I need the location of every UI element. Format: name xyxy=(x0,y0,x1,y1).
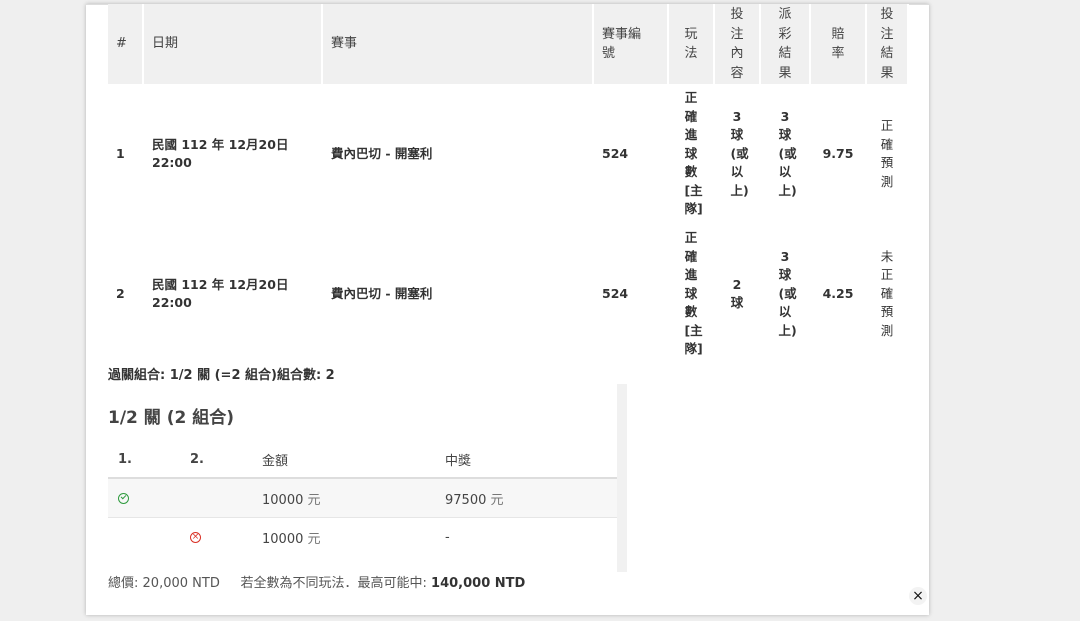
combo-amount: 10000 元 xyxy=(252,477,435,518)
x-circle-icon: × xyxy=(190,531,201,543)
header-play: 玩法 xyxy=(669,4,715,84)
header-event: 賽事 xyxy=(323,4,594,84)
bet-selection: 2球 xyxy=(715,224,761,364)
combo-leg-1 xyxy=(108,477,180,518)
bet-result: 3球(或以上) xyxy=(761,84,811,224)
bet-event: 費內巴切 - 開塞利 xyxy=(323,224,594,364)
bet-result: 3球(或以上) xyxy=(761,224,811,364)
header-bet-result: 投注結果 xyxy=(867,4,909,84)
header-prize: 中獎 xyxy=(435,441,617,479)
section-title: 1/2 關 (2 組合) xyxy=(108,408,234,428)
header-selection: 投注內容 xyxy=(715,4,761,84)
bets-table: # 日期 賽事 賽事編號 玩法 投注內容 派彩結果 賠率 投注結果 1 民國 1… xyxy=(108,4,909,364)
bet-row: 1 民國 112 年 12月20日 22:00 費內巴切 - 開塞利 524 正確… xyxy=(108,84,909,224)
bet-num: 1 xyxy=(108,84,144,224)
bet-detail-modal: # 日期 賽事 賽事編號 玩法 投注內容 派彩結果 賠率 投注結果 1 民國 1… xyxy=(86,4,929,615)
combo-row: × 10000 元 - xyxy=(108,517,617,556)
combo-leg-1 xyxy=(108,517,180,556)
total-label: 總價: xyxy=(108,576,139,591)
total-value: 20,000 NTD xyxy=(142,576,220,591)
header-date: 日期 xyxy=(144,4,323,84)
vertical-scrollbar[interactable] xyxy=(617,384,627,572)
bet-event-no: 524 xyxy=(594,224,669,364)
header-num: # xyxy=(108,4,144,84)
bet-play: 正確進球數[主隊] xyxy=(669,84,715,224)
max-win-value: 140,000 NTD xyxy=(431,576,526,591)
combo-row: 10000 元 97500 元 xyxy=(108,477,617,518)
combo-leg-2: × xyxy=(180,517,252,556)
header-event-no: 賽事編號 xyxy=(594,4,669,84)
bet-outcome: 未正確預測 xyxy=(867,224,909,364)
bet-date: 民國 112 年 12月20日 22:00 xyxy=(144,224,323,364)
close-icon: × xyxy=(912,588,924,604)
combo-prize: 97500 元 xyxy=(435,477,617,518)
check-circle-icon xyxy=(118,492,129,504)
header-result: 派彩結果 xyxy=(761,4,811,84)
combo-leg-2 xyxy=(180,477,252,518)
header-leg-1: 1. xyxy=(108,441,180,479)
header-amount: 金額 xyxy=(252,441,435,479)
header-odds: 賠率 xyxy=(811,4,867,84)
bet-date: 民國 112 年 12月20日 22:00 xyxy=(144,84,323,224)
bet-num: 2 xyxy=(108,224,144,364)
bets-table-header: # 日期 賽事 賽事編號 玩法 投注內容 派彩結果 賠率 投注結果 xyxy=(108,4,909,84)
combo-summary: 過關組合: 1/2 關 (=2 組合)組合數: 2 xyxy=(108,368,335,383)
combos-table: 1. 2. 金額 中獎 10000 元 97500 元 × 10000 元 - xyxy=(108,441,617,556)
combo-amount: 10000 元 xyxy=(252,517,435,556)
bet-event-no: 524 xyxy=(594,84,669,224)
bet-selection: 3球(或以上) xyxy=(715,84,761,224)
combos-table-header: 1. 2. 金額 中獎 xyxy=(108,441,617,479)
bet-odds: 4.25 xyxy=(811,224,867,364)
bet-event: 費內巴切 - 開塞利 xyxy=(323,84,594,224)
bet-outcome: 正確預測 xyxy=(867,84,909,224)
bet-play: 正確進球數[主隊] xyxy=(669,224,715,364)
footer-summary: 總價: 20,000 NTD 若全數為不同玩法．最高可能中: 140,000 N… xyxy=(108,572,525,591)
bet-odds: 9.75 xyxy=(811,84,867,224)
header-leg-2: 2. xyxy=(180,441,252,479)
combo-prize: - xyxy=(435,517,617,556)
max-win-label: 若全數為不同玩法．最高可能中: xyxy=(240,576,427,591)
bet-row: 2 民國 112 年 12月20日 22:00 費內巴切 - 開塞利 524 正確… xyxy=(108,224,909,364)
close-button[interactable]: × xyxy=(909,587,927,605)
